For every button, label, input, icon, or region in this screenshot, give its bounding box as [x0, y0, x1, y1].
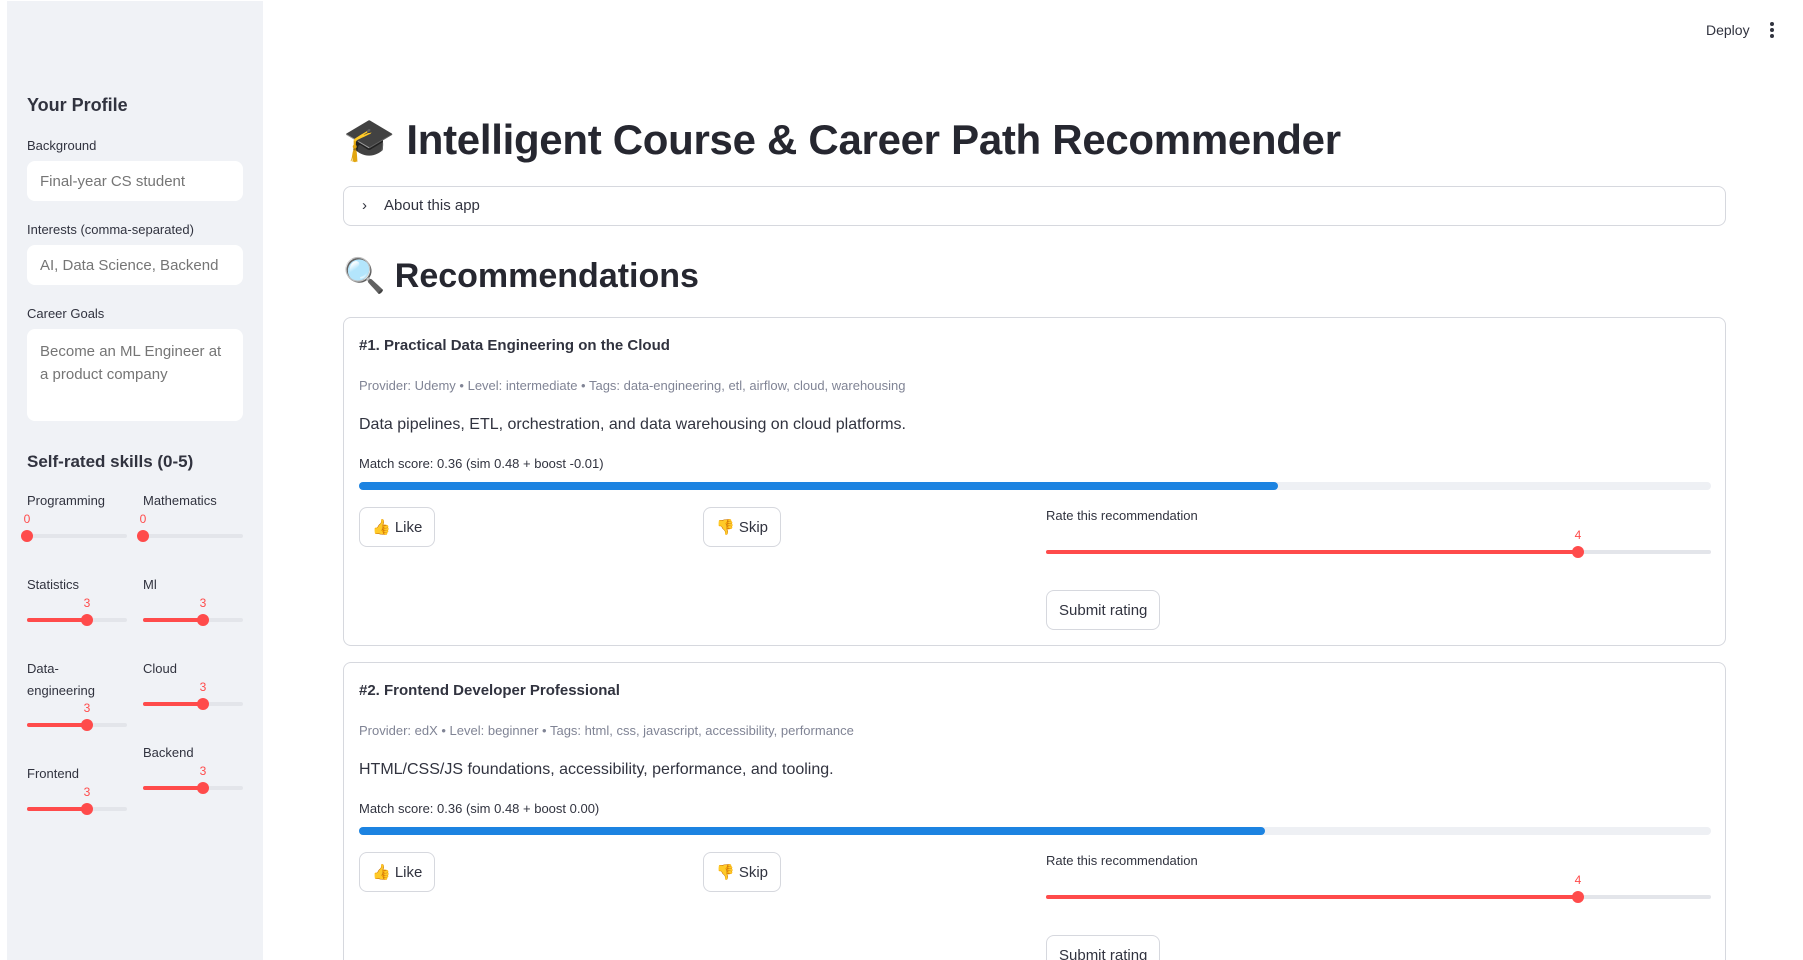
skip-button[interactable]: 👎 Skip — [703, 507, 782, 547]
about-expander[interactable]: › About this app — [343, 186, 1726, 226]
skill-label: Data-engineering — [27, 661, 95, 698]
recommendation-card: #2. Frontend Developer Professional Prov… — [343, 662, 1726, 960]
skill-label: Backend — [143, 745, 194, 760]
slider-thumb[interactable] — [81, 614, 93, 626]
skill-slider-ml[interactable]: 3 — [143, 596, 243, 630]
skill-slider-programming[interactable]: 0 — [21, 512, 127, 546]
skill-slider-data-engineering[interactable]: 3 — [27, 701, 127, 735]
skill-slider-cloud[interactable]: 3 — [143, 680, 243, 714]
skill-slider-backend[interactable]: 3 — [143, 764, 243, 798]
deploy-button[interactable]: Deploy — [1706, 22, 1750, 38]
match-progress-bar — [359, 827, 1711, 835]
skill-label: Programming — [27, 493, 106, 508]
recommendations-title: 🔍 Recommendations — [343, 257, 699, 295]
rate-label: Rate this recommendation — [1046, 508, 1198, 523]
interests-label: Interests (comma-separated) — [27, 222, 194, 237]
slider-thumb[interactable] — [1572, 546, 1584, 558]
expander-label: About this app — [384, 197, 480, 214]
skill-slider-statistics[interactable]: 3 — [27, 596, 127, 630]
like-button[interactable]: 👍 Like — [359, 507, 436, 547]
slider-value: 0 — [23, 512, 31, 526]
slider-thumb[interactable] — [81, 719, 93, 731]
slider-thumb[interactable] — [197, 782, 209, 794]
skill-slider-frontend[interactable]: 3 — [27, 785, 127, 819]
card-title: #2. Frontend Developer Professional — [359, 682, 620, 699]
slider-thumb[interactable] — [81, 803, 93, 815]
slider-value: 3 — [83, 785, 91, 799]
slider-value: 0 — [139, 512, 147, 526]
background-label: Background — [27, 138, 97, 153]
card-description: Data pipelines, ETL, orchestration, and … — [359, 416, 906, 433]
like-button[interactable]: 👍 Like — [359, 852, 436, 892]
skill-label: Cloud — [143, 661, 177, 676]
career-goals-label: Career Goals — [27, 306, 105, 321]
skills-section-title: Self-rated skills (0-5) — [27, 452, 194, 471]
chevron-right-icon: › — [362, 197, 367, 214]
submit-rating-button[interactable]: Submit rating — [1046, 590, 1161, 630]
rate-label: Rate this recommendation — [1046, 853, 1198, 868]
slider-value: 3 — [199, 764, 207, 778]
page-title: 🎓 Intelligent Course & Career Path Recom… — [343, 116, 1341, 163]
skill-label: Statistics — [27, 577, 80, 592]
slider-value: 3 — [83, 701, 91, 715]
slider-thumb[interactable] — [197, 698, 209, 710]
skill-label: Mathematics — [143, 493, 217, 508]
slider-thumb[interactable] — [197, 614, 209, 626]
skill-label: Ml — [143, 577, 157, 592]
slider-value: 3 — [199, 596, 207, 610]
slider-value: 4 — [1574, 873, 1582, 887]
vertical-ellipsis-icon[interactable] — [1768, 22, 1776, 40]
card-description: HTML/CSS/JS foundations, accessibility, … — [359, 761, 834, 778]
submit-rating-button[interactable]: Submit rating — [1046, 935, 1161, 960]
card-title: #1. Practical Data Engineering on the Cl… — [359, 337, 670, 354]
slider-thumb[interactable] — [21, 530, 33, 542]
sidebar: Your Profile Background Interests (comma… — [7, 1, 263, 960]
background-input[interactable] — [27, 161, 243, 201]
slider-thumb[interactable] — [137, 530, 149, 542]
sidebar-title: Your Profile — [27, 95, 128, 115]
slider-value: 3 — [83, 596, 91, 610]
recommendation-card: #1. Practical Data Engineering on the Cl… — [343, 317, 1726, 646]
slider-thumb[interactable] — [1572, 891, 1584, 903]
career-goals-textarea[interactable] — [27, 329, 243, 421]
card-meta: Provider: Udemy • Level: intermediate • … — [359, 378, 906, 393]
slider-value: 4 — [1574, 528, 1582, 542]
card-meta: Provider: edX • Level: beginner • Tags: … — [359, 723, 854, 738]
slider-value: 3 — [199, 680, 207, 694]
rating-slider[interactable]: 4 — [1046, 528, 1711, 562]
skill-label: Frontend — [27, 766, 80, 781]
match-progress-bar — [359, 482, 1711, 490]
interests-input[interactable] — [27, 245, 243, 285]
match-score: Match score: 0.36 (sim 0.48 + boost 0.00… — [359, 801, 600, 816]
skip-button[interactable]: 👎 Skip — [703, 852, 782, 892]
rating-slider[interactable]: 4 — [1046, 873, 1711, 907]
skill-slider-mathematics[interactable]: 0 — [137, 512, 243, 546]
match-score: Match score: 0.36 (sim 0.48 + boost -0.0… — [359, 456, 604, 471]
